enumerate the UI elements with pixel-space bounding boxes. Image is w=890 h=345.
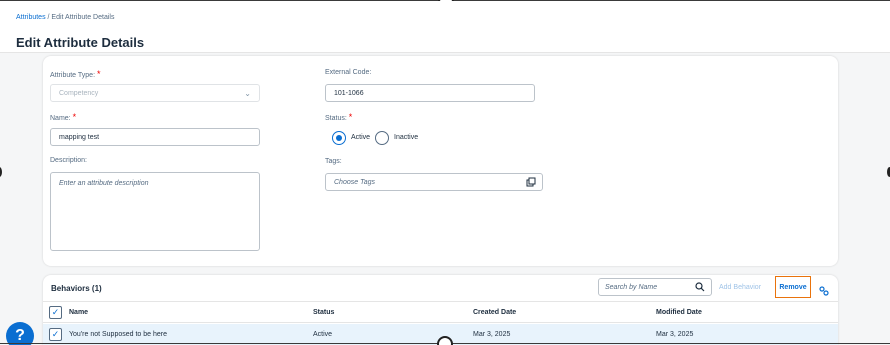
resize-handle-left[interactable] (0, 167, 2, 177)
external-code-value: 101-1066 (334, 89, 364, 97)
search-placeholder: Search by Name (605, 283, 658, 291)
row-checkbox[interactable]: ✓ (49, 328, 62, 341)
select-all-checkbox[interactable]: ✓ (49, 306, 62, 319)
required-mark: * (96, 69, 101, 79)
attribute-type-select[interactable]: Competency ⌄ (50, 84, 260, 102)
resize-handle-bottom[interactable] (437, 336, 453, 345)
status-label: Status: * (325, 112, 352, 122)
attribute-form-card: Attribute Type: * Competency ⌄ Name: * m… (43, 56, 838, 266)
description-placeholder: Enter an attribute description (59, 180, 149, 187)
row-modified-date-cell: Mar 3, 2025 (656, 331, 694, 338)
page-title: Edit Attribute Details (16, 35, 145, 50)
row-status-cell: Active (313, 331, 333, 338)
tags-label: Tags: (325, 158, 342, 165)
tags-placeholder: Choose Tags (334, 178, 375, 186)
remove-button[interactable]: Remove (775, 276, 811, 298)
value-help-icon[interactable] (526, 177, 536, 189)
column-header-status[interactable]: Status (313, 309, 334, 316)
status-label-text: Status: (325, 115, 347, 122)
breadcrumb-current: Edit Attribute Details (51, 14, 115, 21)
column-header-created-date[interactable]: Created Date (473, 309, 516, 316)
name-label: Name: * (50, 112, 76, 122)
description-textarea[interactable]: Enter an attribute description (50, 172, 260, 251)
status-inactive-radio[interactable] (375, 131, 389, 145)
required-mark: * (72, 112, 77, 122)
name-field[interactable]: mapping test (50, 128, 260, 146)
add-behavior-button[interactable]: Add Behavior (719, 284, 761, 291)
breadcrumb-attributes-link[interactable]: Attributes (16, 14, 46, 21)
status-active-radio[interactable] (332, 131, 346, 145)
attribute-type-value: Competency (59, 89, 99, 97)
status-active-label[interactable]: Active (351, 134, 370, 141)
chevron-down-icon: ⌄ (244, 89, 251, 98)
search-icon[interactable] (695, 282, 705, 294)
name-label-text: Name: (50, 115, 71, 122)
help-button[interactable]: ? (6, 322, 34, 345)
table-header-row: ✓ Name Status Created Date Modified Date (43, 301, 838, 323)
attribute-type-label: Attribute Type: * (50, 69, 100, 79)
status-inactive-label[interactable]: Inactive (394, 134, 418, 141)
name-value: mapping test (59, 133, 100, 141)
behaviors-card: Behaviors (1) Search by Name Add Behavio… (43, 275, 838, 345)
attribute-type-label-text: Attribute Type: (50, 72, 96, 79)
description-label: Description: (50, 157, 87, 164)
behavior-search-input[interactable]: Search by Name (598, 278, 712, 296)
row-created-date-cell: Mar 3, 2025 (473, 331, 511, 338)
page-header: Attributes / Edit Attribute Details Edit… (0, 1, 890, 53)
tags-field[interactable]: Choose Tags (325, 173, 543, 191)
required-mark: * (348, 112, 353, 122)
table-settings-icon[interactable] (819, 283, 829, 301)
breadcrumb: Attributes / Edit Attribute Details (16, 14, 114, 21)
row-name-cell: You're not Supposed to be here (69, 331, 167, 338)
column-header-modified-date[interactable]: Modified Date (656, 309, 702, 316)
column-header-name[interactable]: Name (69, 309, 88, 316)
external-code-label: External Code: (325, 69, 372, 76)
behaviors-title: Behaviors (1) (51, 284, 102, 293)
external-code-field[interactable]: 101-1066 (325, 84, 535, 102)
